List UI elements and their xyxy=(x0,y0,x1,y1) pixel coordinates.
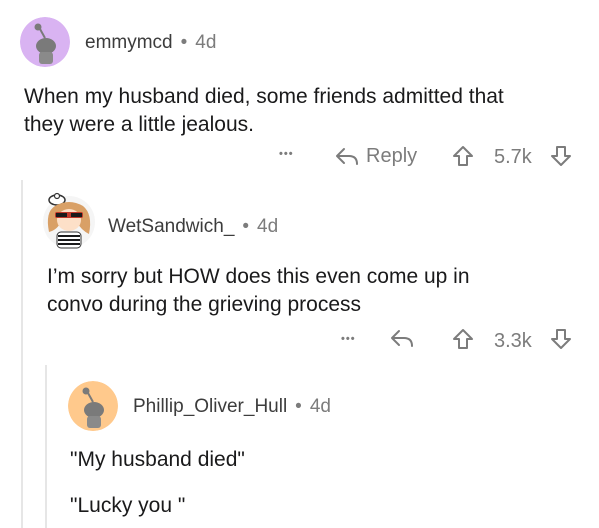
comment-line: convo during the grieving process xyxy=(47,293,362,316)
thread-line[interactable] xyxy=(21,180,23,528)
downvote-button[interactable] xyxy=(550,145,572,172)
upvote-arrow-icon xyxy=(453,329,473,349)
separator-dot: • xyxy=(242,216,250,237)
comment-line: I’m sorry but HOW does this even come up… xyxy=(47,265,470,288)
reply-label: Reply xyxy=(366,145,418,167)
avatar[interactable] xyxy=(41,192,97,250)
reply-arrow-icon xyxy=(336,147,358,165)
downvote-arrow-icon xyxy=(551,146,571,166)
separator-dot: • xyxy=(180,32,188,53)
comment-body: I’m sorry but HOW does this even come up… xyxy=(47,263,587,319)
more-options-button[interactable]: ••• xyxy=(341,333,356,345)
reply-arrow-icon xyxy=(391,330,413,347)
upvote-arrow-icon xyxy=(453,146,473,166)
comment-age: 4d xyxy=(195,32,217,53)
downvote-arrow-icon xyxy=(551,329,571,349)
thread-line[interactable] xyxy=(45,365,47,528)
vote-score: 5.7k xyxy=(494,146,532,168)
comment-body: When my husband died, some friends admit… xyxy=(24,83,584,139)
comment-age: 4d xyxy=(309,396,331,417)
vote-score: 3.3k xyxy=(494,330,532,352)
reply-button[interactable] xyxy=(390,329,414,354)
upvote-button[interactable] xyxy=(452,328,474,355)
snoo-avatar-icon xyxy=(68,381,118,431)
snoo-avatar-icon xyxy=(43,192,95,249)
separator-dot: • xyxy=(295,396,302,417)
downvote-button[interactable] xyxy=(550,328,572,355)
reply-button[interactable]: Reply xyxy=(335,145,417,168)
username[interactable]: emmymcd xyxy=(85,32,173,53)
avatar[interactable] xyxy=(20,17,70,67)
comment-age: 4d xyxy=(257,216,279,237)
username[interactable]: WetSandwich_ xyxy=(108,216,234,237)
comment-line: When my husband died, some friends admit… xyxy=(24,85,504,108)
avatar[interactable] xyxy=(68,381,118,431)
more-options-button[interactable]: ••• xyxy=(279,148,294,160)
upvote-button[interactable] xyxy=(452,145,474,172)
comment-line: they were a little jealous. xyxy=(24,113,254,136)
comment-line: "Lucky you " xyxy=(70,494,186,517)
comment-line: "My husband died" xyxy=(70,448,245,471)
username[interactable]: Phillip_Oliver_Hull xyxy=(133,396,287,417)
snoo-avatar-icon xyxy=(20,17,70,67)
